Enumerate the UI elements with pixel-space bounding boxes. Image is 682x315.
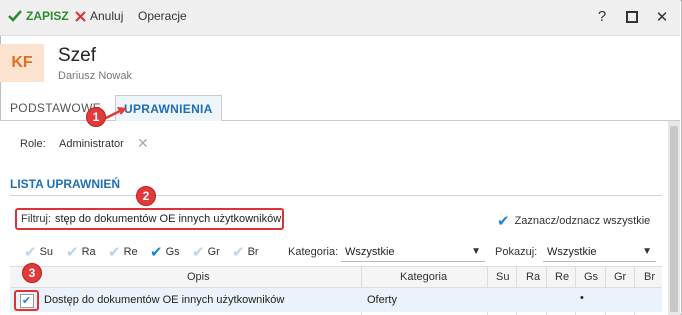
flag-ra[interactable]: ✔ Ra	[66, 243, 108, 261]
page-subtitle: Dariusz Nowak	[58, 70, 132, 82]
column-header-su[interactable]: Su	[496, 271, 509, 283]
operations-label: Operacje	[138, 9, 187, 23]
show-value: Wszystkie	[547, 245, 597, 258]
flag-label: Su	[39, 246, 54, 258]
scrollbar-thumb[interactable]	[670, 126, 678, 312]
checkmark-icon: ✔	[497, 213, 510, 230]
filter-label: Filtruj:	[21, 213, 51, 225]
help-button[interactable]: ?	[594, 8, 610, 25]
filter-input[interactable]: stęp do dokumentów OE innych użytkownikó…	[55, 213, 281, 225]
avatar: KF	[0, 44, 44, 82]
save-button[interactable]: ZAPISZ	[8, 9, 69, 23]
category-dropdown[interactable]: Wszystkie ▼	[341, 242, 485, 262]
flag-label: Re	[123, 246, 138, 258]
roles-label: Role:	[20, 138, 46, 150]
checkmark-icon: ✔	[192, 244, 205, 261]
annotation-badge-3: 3	[22, 263, 42, 283]
annotation-badge-2: 2	[136, 186, 156, 206]
flag-label: Gs	[165, 246, 180, 258]
save-label: ZAPISZ	[26, 9, 69, 23]
flag-label: Ra	[81, 246, 96, 258]
category-value: Wszystkie	[345, 245, 395, 258]
maximize-icon	[626, 11, 638, 23]
chevron-down-icon: ▼	[471, 246, 481, 257]
row-checkbox[interactable]: ✔	[14, 290, 39, 311]
cancel-button[interactable]: Anuluj	[75, 9, 123, 23]
section-divider	[10, 195, 662, 196]
select-all-checkbox[interactable]: ✔ Zaznacz/odznacz wszystkie	[497, 212, 650, 230]
tab-permissions[interactable]: UPRAWNIENIA	[115, 95, 222, 122]
show-dropdown[interactable]: Wszystkie ▼	[543, 242, 656, 262]
check-icon	[8, 10, 22, 22]
chevron-down-icon: ▼	[642, 246, 652, 257]
cross-icon	[75, 10, 86, 22]
show-label: Pokazuj:	[495, 246, 538, 258]
select-all-label: Zaznacz/odznacz wszystkie	[514, 215, 651, 227]
annotation-badge-1: 1	[86, 107, 106, 127]
row-kategoria: Oferty	[367, 294, 397, 306]
close-button[interactable]: ✕	[654, 8, 670, 26]
flag-gr[interactable]: ✔ Gr	[192, 243, 232, 261]
maximize-button[interactable]	[624, 8, 640, 27]
column-header-gr[interactable]: Gr	[614, 271, 626, 283]
checkmark-icon: ✔	[66, 244, 79, 261]
flag-label: Gr	[207, 246, 220, 258]
column-header-opis[interactable]: Opis	[187, 271, 210, 283]
column-header-gs[interactable]: Gs	[584, 271, 598, 283]
checkmark-icon: ✔	[19, 293, 34, 308]
toolbar: ZAPISZ Anuluj Operacje ? ✕	[0, 0, 680, 36]
grid-header: Opis Kategoria Su Ra Re Gs Gr Br	[10, 266, 662, 288]
row-gs-value: •	[580, 292, 584, 304]
checkmark-icon: ✔	[150, 244, 163, 261]
column-header-br[interactable]: Br	[644, 271, 655, 283]
checkmark-icon: ✔	[24, 244, 37, 261]
filter-field[interactable]: Filtruj: stęp do dokumentów OE innych uż…	[15, 208, 284, 230]
clear-role-icon[interactable]: ✕	[137, 135, 149, 152]
row-opis: Dostęp do dokumentów OE innych użytkowni…	[44, 294, 285, 306]
category-label: Kategoria:	[288, 246, 339, 258]
flag-gs[interactable]: ✔ Gs	[150, 243, 192, 261]
operations-button[interactable]: Operacje	[138, 9, 187, 23]
flag-br[interactable]: ✔ Br	[232, 243, 272, 261]
column-header-kategoria[interactable]: Kategoria	[400, 271, 447, 283]
flag-su[interactable]: ✔ Su	[24, 243, 66, 261]
roles-value[interactable]: Administrator	[59, 138, 124, 150]
column-header-re[interactable]: Re	[555, 271, 569, 283]
flag-label: Br	[247, 246, 259, 258]
section-title: LISTA UPRAWNIEŃ	[10, 177, 120, 191]
flag-re[interactable]: ✔ Re	[108, 243, 150, 261]
flag-filters: ✔ Su ✔ Ra ✔ Re ✔ Gs ✔ Gr ✔ Br	[24, 243, 272, 261]
page-title: Szef	[58, 45, 97, 66]
cancel-label: Anuluj	[90, 9, 124, 23]
checkmark-icon: ✔	[108, 244, 121, 261]
column-header-ra[interactable]: Ra	[526, 271, 540, 283]
checkmark-icon: ✔	[232, 244, 245, 261]
